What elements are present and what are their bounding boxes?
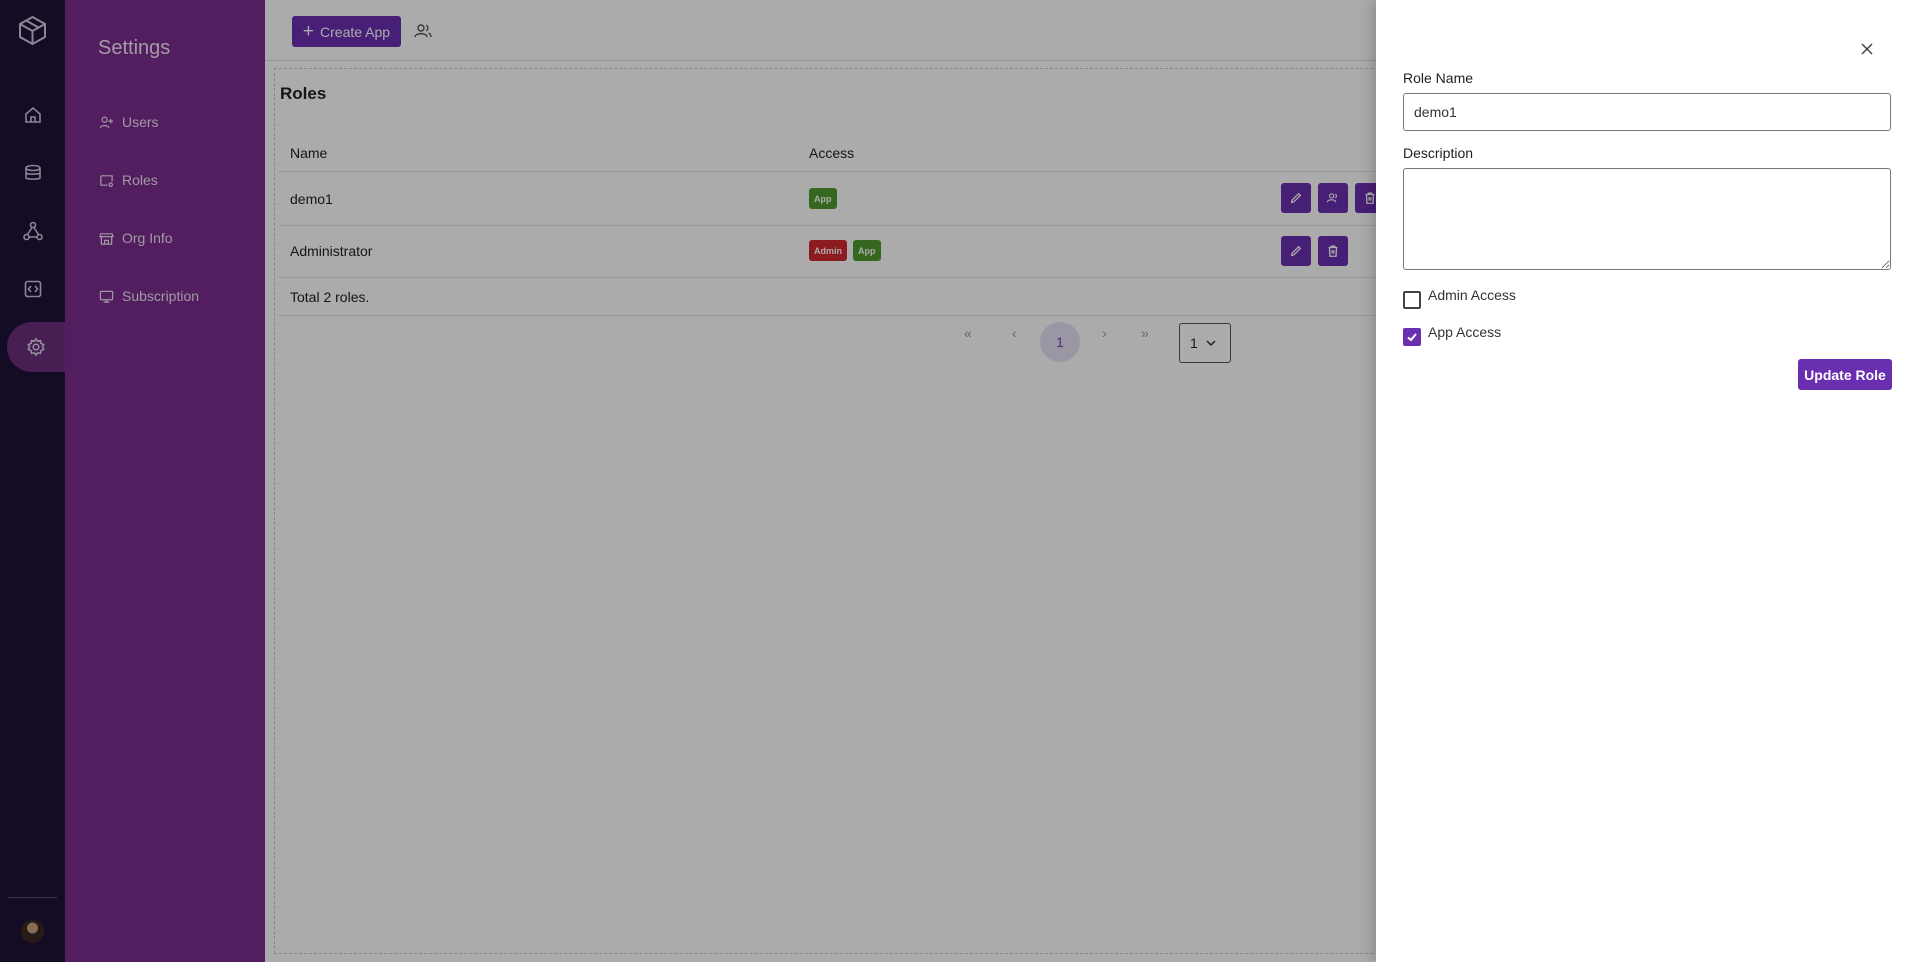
role-name-input[interactable] xyxy=(1403,93,1891,131)
description-input[interactable] xyxy=(1403,168,1891,270)
close-icon[interactable] xyxy=(1860,42,1874,59)
app-access-label: App Access xyxy=(1428,324,1502,340)
admin-access-checkbox[interactable] xyxy=(1403,291,1421,309)
admin-access-label: Admin Access xyxy=(1428,287,1516,303)
check-icon xyxy=(1407,333,1417,342)
description-label: Description xyxy=(1403,145,1474,161)
modal-backdrop[interactable] xyxy=(0,0,1376,962)
update-role-button[interactable]: Update Role xyxy=(1798,359,1892,390)
edit-role-drawer: Role Name Description Admin Access App A… xyxy=(1376,0,1917,962)
role-name-label: Role Name xyxy=(1403,70,1474,86)
app-access-checkbox[interactable] xyxy=(1403,328,1421,346)
